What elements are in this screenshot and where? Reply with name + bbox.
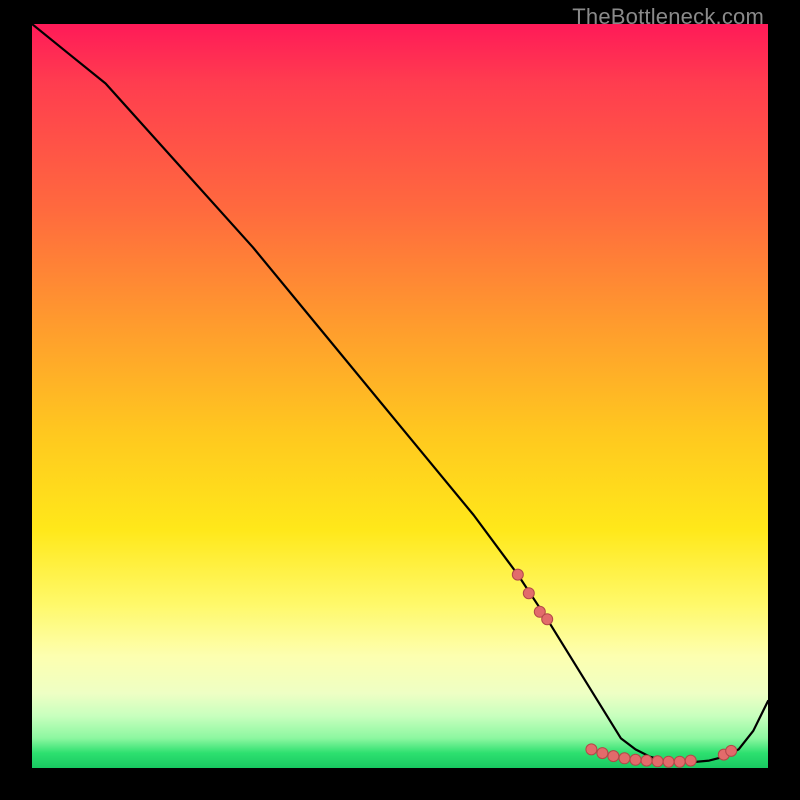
- marker-dot: [641, 755, 652, 766]
- marker-dot: [726, 745, 737, 756]
- scatter-markers: [512, 569, 736, 767]
- marker-dot: [630, 754, 641, 765]
- chart-overlay: [32, 24, 768, 768]
- marker-dot: [652, 756, 663, 767]
- marker-dot: [608, 751, 619, 762]
- marker-dot: [597, 748, 608, 759]
- marker-dot: [542, 614, 553, 625]
- chart-stage: TheBottleneck.com: [0, 0, 800, 800]
- bottleneck-curve: [32, 24, 768, 762]
- marker-dot: [586, 744, 597, 755]
- marker-dot: [685, 755, 696, 766]
- marker-dot: [523, 588, 534, 599]
- marker-dot: [674, 756, 685, 767]
- marker-dot: [619, 753, 630, 764]
- marker-dot: [512, 569, 523, 580]
- plot-area: [32, 24, 768, 768]
- marker-dot: [663, 756, 674, 767]
